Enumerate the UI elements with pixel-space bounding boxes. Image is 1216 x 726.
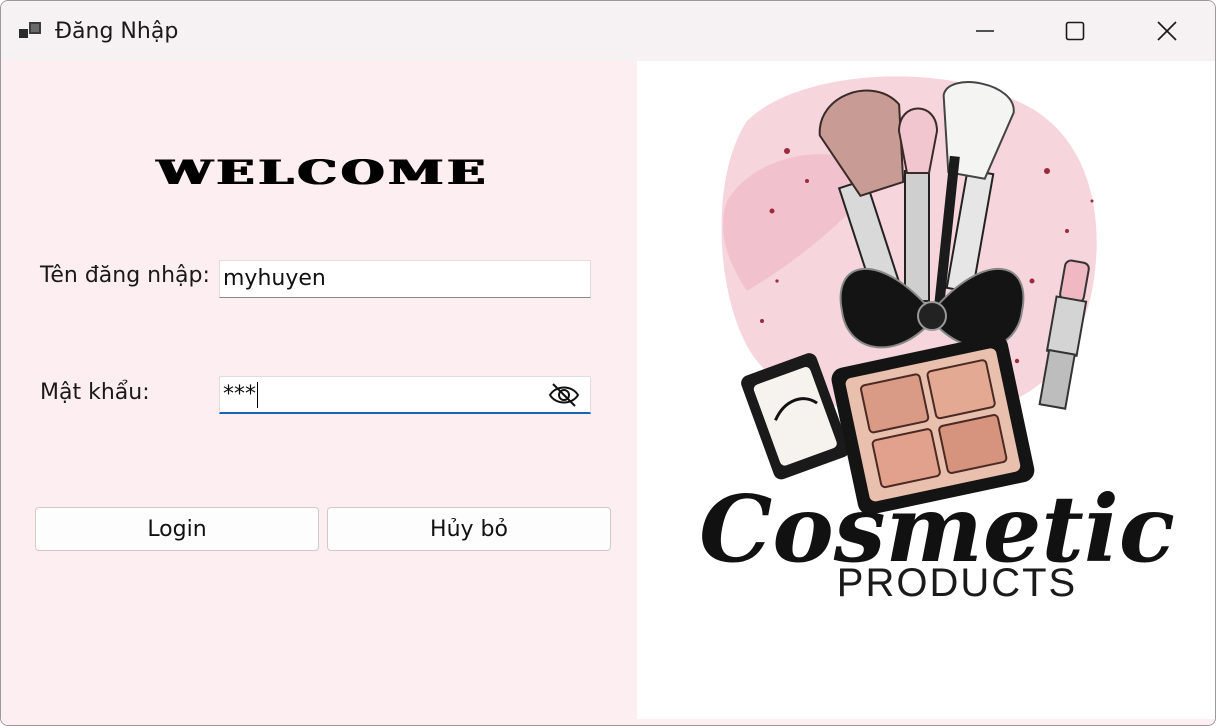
minimize-icon: [976, 30, 994, 32]
logo-panel: Cosmetic PRODUCTS: [637, 61, 1215, 719]
login-form-panel: WELCOME Tên đăng nhập: myhuyen Mật khẩu:…: [1, 61, 637, 725]
close-button[interactable]: [1121, 1, 1213, 61]
password-input[interactable]: ***: [219, 376, 591, 414]
logo-subtitle: PRODUCTS: [837, 561, 1077, 605]
eye-slash-icon[interactable]: [548, 381, 580, 409]
close-icon: [1157, 21, 1177, 41]
window-title: Đăng Nhập: [55, 19, 179, 44]
username-input[interactable]: myhuyen: [219, 260, 591, 298]
password-value: ***: [223, 382, 256, 407]
login-button[interactable]: Login: [35, 507, 319, 551]
password-label: Mật khẩu:: [40, 380, 150, 405]
title-bar[interactable]: Đăng Nhập: [1, 1, 1215, 61]
username-label: Tên đăng nhập:: [40, 263, 210, 288]
maximize-icon: [1065, 21, 1085, 41]
welcome-heading: WELCOME: [157, 153, 490, 193]
cosmetic-logo-image: Cosmetic PRODUCTS: [699, 76, 1175, 605]
login-window: Đăng Nhập WELCOME Tên đăng nhập: myhuyen…: [0, 0, 1216, 726]
cancel-button[interactable]: Hủy bỏ: [327, 507, 611, 551]
cancel-button-label: Hủy bỏ: [430, 516, 508, 542]
minimize-button[interactable]: [939, 1, 1031, 61]
maximize-button[interactable]: [1029, 1, 1121, 61]
app-icon: [19, 22, 41, 38]
login-button-label: Login: [147, 516, 207, 542]
username-value: myhuyen: [223, 266, 326, 291]
text-caret: [257, 382, 258, 408]
